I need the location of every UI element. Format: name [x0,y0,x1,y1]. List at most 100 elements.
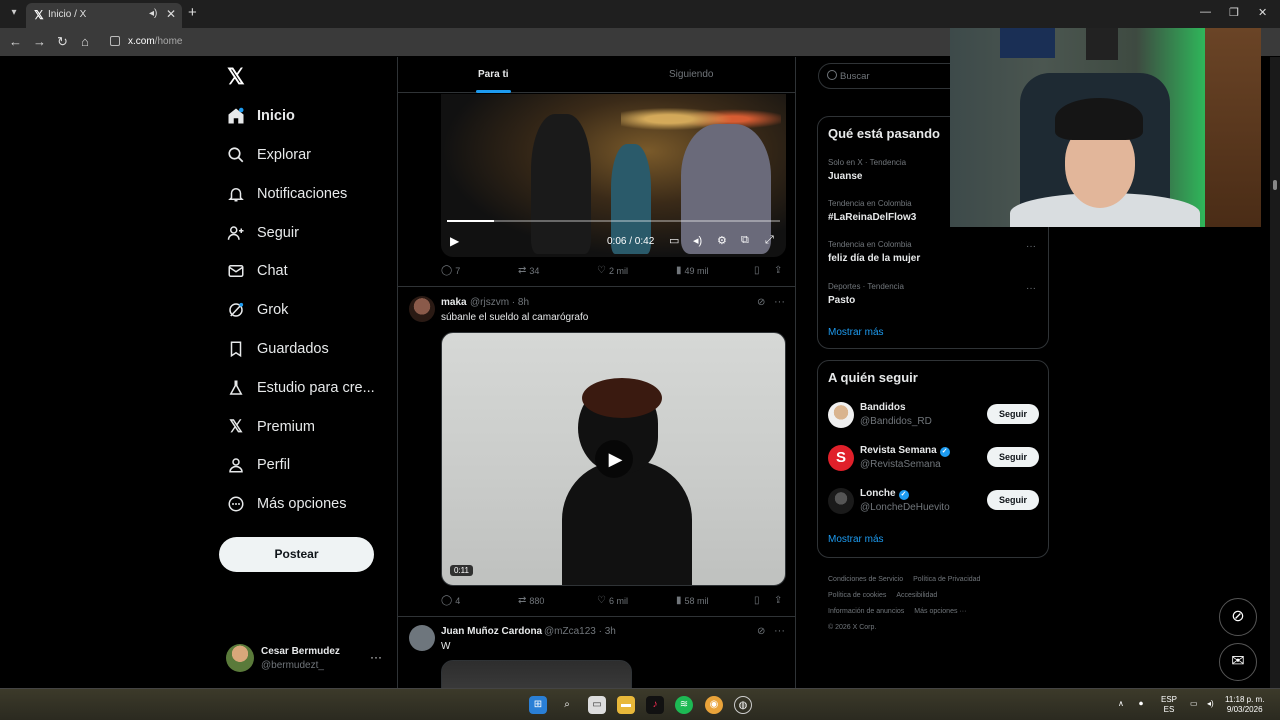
fullscreen-icon[interactable]: ⤢ [765,234,774,247]
share-button[interactable]: ⇪ [774,595,785,606]
sidebar-item-explorar[interactable]: Explorar [226,143,311,167]
tray-overflow-icon[interactable]: ∧ [1118,699,1124,709]
more-icon[interactable]: ··· [370,650,382,664]
suggested-user-name[interactable]: Lonche ✓ [860,488,909,500]
network-icon[interactable]: ▭ [1190,699,1198,709]
minimize-button[interactable]: — [1200,6,1211,18]
author-name[interactable]: maka [441,297,467,308]
like-button[interactable]: ♡ 2 mil [597,265,628,276]
trend-item[interactable]: #LaReinaDelFlow3 [828,212,916,223]
share-button[interactable]: ⇪ [774,265,785,276]
show-more-trends-link[interactable]: Mostrar más [828,327,884,338]
trend-item[interactable]: Juanse [828,171,862,182]
account-switcher[interactable]: Cesar Bermudez @bermudezt_ ··· [226,644,386,674]
trend-item[interactable]: feliz día de la mujer [828,253,920,264]
views-button[interactable]: ▮ 58 mil [676,595,709,606]
trend-item[interactable]: Pasto [828,295,855,306]
microphone-icon[interactable]: ⏺ [1139,699,1143,709]
volume-icon[interactable]: ◂) [693,234,702,247]
sidebar-item-notificaciones[interactable]: Notificaciones [226,182,347,206]
sidebar-item-perfil[interactable]: Perfil [226,453,290,477]
bookmark-button[interactable]: ▯ [754,595,763,606]
sidebar-item-grok[interactable]: Grok [226,298,288,322]
chrome-icon[interactable]: ◉ [705,696,723,714]
follow-button[interactable]: Seguir [987,447,1039,467]
more-icon[interactable]: ··· [1026,283,1036,294]
volume-icon[interactable]: ◂) [1207,699,1214,709]
close-window-button[interactable]: ✕ [1258,6,1267,19]
sidebar-item-mas-opciones[interactable]: Más opciones [226,492,346,516]
browser-tab[interactable]: 𝕏 Inicio / X ◂) ✕ [26,3,182,28]
more-icon[interactable]: ··· [774,625,785,637]
footer-link[interactable]: Más opciones ··· [914,608,966,615]
bookmark-button[interactable]: ▯ [754,265,763,276]
video-progress-track[interactable] [447,220,780,222]
scrollbar[interactable] [1270,57,1280,688]
footer-link[interactable]: Accesibilidad [896,592,937,599]
grok-float-button[interactable]: ⊘ [1219,598,1257,636]
sidebar-item-seguir[interactable]: Seguir [226,221,299,245]
obs-icon[interactable]: ◍ [734,696,752,714]
tab-para-ti[interactable]: Para ti [478,69,509,80]
captions-icon[interactable]: ▭ [669,234,679,247]
reload-icon[interactable]: ↻ [57,34,68,50]
forward-icon[interactable]: → [33,34,46,49]
sidebar-item-chat[interactable]: Chat [226,259,288,283]
more-icon[interactable]: ··· [1026,241,1036,252]
repost-button[interactable]: ⇄ 880 [518,595,544,606]
language-indicator[interactable]: ESP ES [1161,695,1177,715]
pip-icon[interactable]: ⧉ [741,234,749,247]
tab-siguiendo[interactable]: Siguiendo [669,69,713,80]
grok-icon[interactable]: ⊘ [757,297,765,308]
play-icon[interactable]: ▶ [595,440,633,478]
tiktok-icon[interactable]: ♪ [646,696,664,714]
audio-icon[interactable]: ◂) [149,8,157,19]
repost-button[interactable]: ⇄ 34 [518,265,539,276]
avatar[interactable] [828,488,854,514]
sidebar-item-guardados[interactable]: Guardados [226,337,329,361]
tab-search-icon[interactable]: ▾ [6,5,22,21]
post-button[interactable]: Postear [219,537,374,572]
video-player[interactable]: ▶ 0:06 / 0:42 ▭ ◂) ⚙ ⧉ ⤢ [441,94,786,257]
follow-button[interactable]: Seguir [987,404,1039,424]
sidebar-item-inicio[interactable]: Inicio [226,104,295,128]
avatar[interactable] [409,625,435,651]
suggested-user-name[interactable]: Bandidos [860,402,906,413]
back-icon[interactable]: ← [9,34,22,49]
task-view-icon[interactable]: ▭ [588,696,606,714]
footer-link[interactable]: Política de cookies [828,592,886,599]
sidebar-item-estudio[interactable]: Estudio para cre... [226,376,375,400]
settings-icon[interactable]: ⚙ [717,234,727,247]
messages-float-button[interactable]: ✉ [1219,643,1257,681]
revista-semana-logo-icon[interactable]: S [828,445,854,471]
url-field[interactable]: x.com/home [128,36,182,47]
sidebar-item-premium[interactable]: 𝕏 Premium [226,415,315,439]
footer-link[interactable]: Política de Privacidad [913,576,980,583]
grok-icon[interactable]: ⊘ [757,626,765,637]
maximize-button[interactable]: ❐ [1229,6,1239,19]
clock[interactable]: 11:18 p. m. 9/03/2026 [1225,695,1264,715]
play-icon[interactable]: ▶ [450,234,459,248]
scrollbar-thumb[interactable] [1273,180,1277,190]
footer-link[interactable]: Información de anuncios [828,608,904,615]
author-name[interactable]: Juan Muñoz Cardona [441,626,542,637]
avatar[interactable] [409,296,435,322]
footer-link[interactable]: Condiciones de Servicio [828,576,903,583]
new-tab-button[interactable]: + [188,4,197,21]
show-more-follow-link[interactable]: Mostrar más [828,534,884,545]
tweet-media[interactable] [441,660,632,688]
x-logo-icon[interactable]: 𝕏 [227,64,245,90]
suggested-user-name[interactable]: Revista Semana ✓ [860,445,950,457]
file-explorer-icon[interactable]: ▬ [617,696,635,714]
reply-button[interactable]: ◯ 4 [441,595,460,606]
search-icon[interactable]: ⌕ [558,696,576,714]
more-icon[interactable]: ··· [774,296,785,308]
like-button[interactable]: ♡ 6 mil [597,595,628,606]
home-icon[interactable]: ⌂ [81,34,89,49]
views-button[interactable]: ▮ 49 mil [676,265,709,276]
avatar[interactable] [828,402,854,428]
start-icon[interactable]: ⊞ [529,696,547,714]
reply-button[interactable]: ◯ 7 [441,265,460,276]
site-info-icon[interactable] [110,36,120,46]
close-tab-icon[interactable]: ✕ [166,7,176,21]
